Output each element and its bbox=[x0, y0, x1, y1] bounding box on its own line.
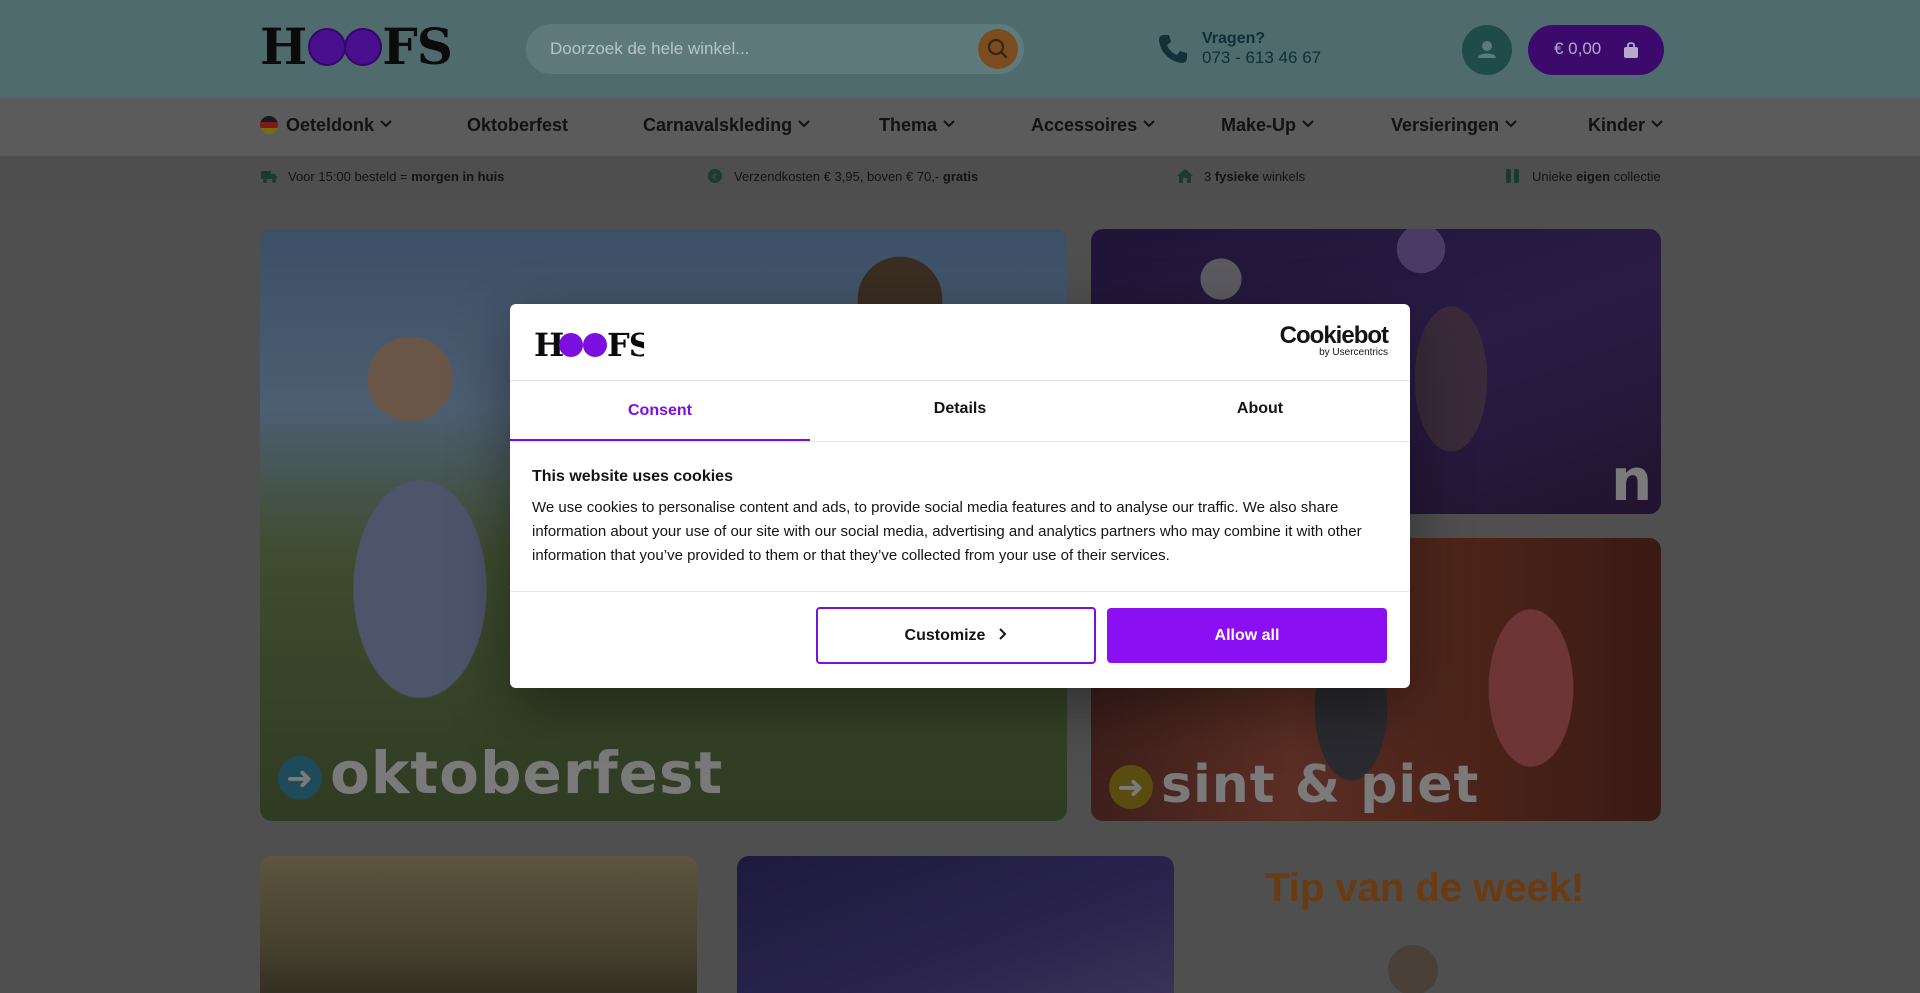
delivery-truck-icon bbox=[261, 171, 277, 183]
chevron-down-icon bbox=[1505, 120, 1517, 128]
account-button[interactable] bbox=[1462, 25, 1512, 75]
cart-button[interactable]: € 0,00 bbox=[1528, 25, 1664, 75]
usp-shipping: € Verzendkosten € 3,95, boven € 70,- grat… bbox=[706, 168, 978, 184]
phone-icon bbox=[1159, 35, 1187, 63]
hoof-icon bbox=[308, 28, 347, 66]
usp-collection: Unieke eigen collectie bbox=[1504, 168, 1661, 184]
tab-about[interactable]: About bbox=[1110, 380, 1410, 440]
search-input[interactable]: Doorzoek de hele winkel... bbox=[526, 24, 1024, 74]
site-logo[interactable]: H F S bbox=[260, 22, 453, 72]
contact-label: Vragen? bbox=[1202, 30, 1266, 47]
customize-button[interactable]: Customize bbox=[816, 607, 1096, 664]
chevron-down-icon bbox=[1651, 120, 1663, 128]
tab-details[interactable]: Details bbox=[810, 380, 1110, 440]
tip-of-week-heading: Tip van de week! bbox=[1265, 866, 1585, 910]
main-navigation: Oeteldonk Oktoberfest Carnavalskleding T… bbox=[0, 98, 1920, 156]
svg-text:FS: FS bbox=[607, 326, 644, 360]
nav-item-accessoires[interactable]: Accessoires bbox=[1031, 115, 1155, 136]
arrow-right-icon: ➜ bbox=[278, 756, 322, 800]
cookiebot-brand[interactable]: Cookiebot by Usercentrics bbox=[1279, 322, 1389, 358]
arrow-right-icon: ➜ bbox=[1109, 765, 1153, 809]
chevron-down-icon bbox=[943, 120, 955, 128]
site-header: H F S Doorzoek de hele winkel... Vragen?… bbox=[0, 0, 1920, 98]
banner-fabric[interactable] bbox=[737, 856, 1174, 993]
svg-text:€: € bbox=[712, 173, 718, 183]
hoofs-logo-icon: H FS bbox=[534, 326, 652, 364]
cookiebot-logo: Cookiebot bbox=[1279, 322, 1389, 349]
chevron-right-icon bbox=[999, 628, 1007, 640]
nav-item-oeteldonk[interactable]: Oeteldonk bbox=[260, 115, 392, 136]
search-placeholder: Doorzoek de hele winkel... bbox=[550, 39, 750, 58]
contact-phone-number[interactable]: 073 - 613 46 67 bbox=[1202, 48, 1321, 68]
user-icon bbox=[1478, 41, 1496, 58]
search-button[interactable] bbox=[978, 29, 1018, 69]
dialog-title: This website uses cookies bbox=[532, 468, 733, 485]
usp-stores: 3 fysieke winkels bbox=[1176, 168, 1305, 184]
banner-store[interactable] bbox=[260, 856, 697, 993]
shopping-bag-icon bbox=[1624, 42, 1638, 58]
nav-item-carnavalskleding[interactable]: Carnavalskleding bbox=[643, 115, 810, 136]
usp-delivery: Voor 15:00 besteld = morgen in huis bbox=[260, 168, 504, 184]
nav-item-thema[interactable]: Thema bbox=[879, 115, 955, 136]
cookiebot-sublabel: by Usercentrics bbox=[1319, 347, 1388, 358]
nav-item-kinder[interactable]: Kinder bbox=[1588, 115, 1663, 136]
home-icon bbox=[1177, 169, 1193, 183]
nav-item-versieringen[interactable]: Versieringen bbox=[1391, 115, 1517, 136]
dialog-body-text: We use cookies to personalise content an… bbox=[532, 499, 1362, 564]
nav-item-make-up[interactable]: Make-Up bbox=[1221, 115, 1314, 136]
dialog-logo: H FS bbox=[534, 326, 652, 365]
cart-amount: € 0,00 bbox=[1554, 39, 1602, 58]
chevron-down-icon bbox=[1143, 120, 1155, 128]
hoof-icon bbox=[344, 28, 383, 66]
allow-all-button[interactable]: Allow all bbox=[1107, 608, 1387, 663]
chevron-down-icon bbox=[1302, 120, 1314, 128]
cookie-consent-dialog: H FS Cookiebot by Usercentrics Consent D… bbox=[510, 304, 1410, 688]
chevron-down-icon bbox=[798, 120, 810, 128]
coin-icon: € bbox=[708, 169, 722, 183]
divider bbox=[510, 591, 1410, 592]
search-icon bbox=[987, 38, 1008, 59]
tip-product-image[interactable] bbox=[1388, 945, 1438, 993]
nav-item-oktoberfest[interactable]: Oktoberfest bbox=[467, 115, 568, 136]
divider bbox=[510, 441, 1410, 442]
banner-caption: n bbox=[1611, 446, 1654, 514]
mannequin-icon bbox=[1506, 169, 1519, 183]
tab-consent[interactable]: Consent bbox=[510, 382, 810, 442]
oeteldonk-flag-icon bbox=[260, 116, 278, 134]
usp-bar: Voor 15:00 besteld = morgen in huis € Ver… bbox=[0, 156, 1920, 198]
banner-caption: ➜ sint & piet bbox=[1109, 755, 1479, 815]
chevron-down-icon bbox=[380, 120, 392, 128]
banner-caption: ➜ oktoberfest bbox=[278, 739, 723, 807]
